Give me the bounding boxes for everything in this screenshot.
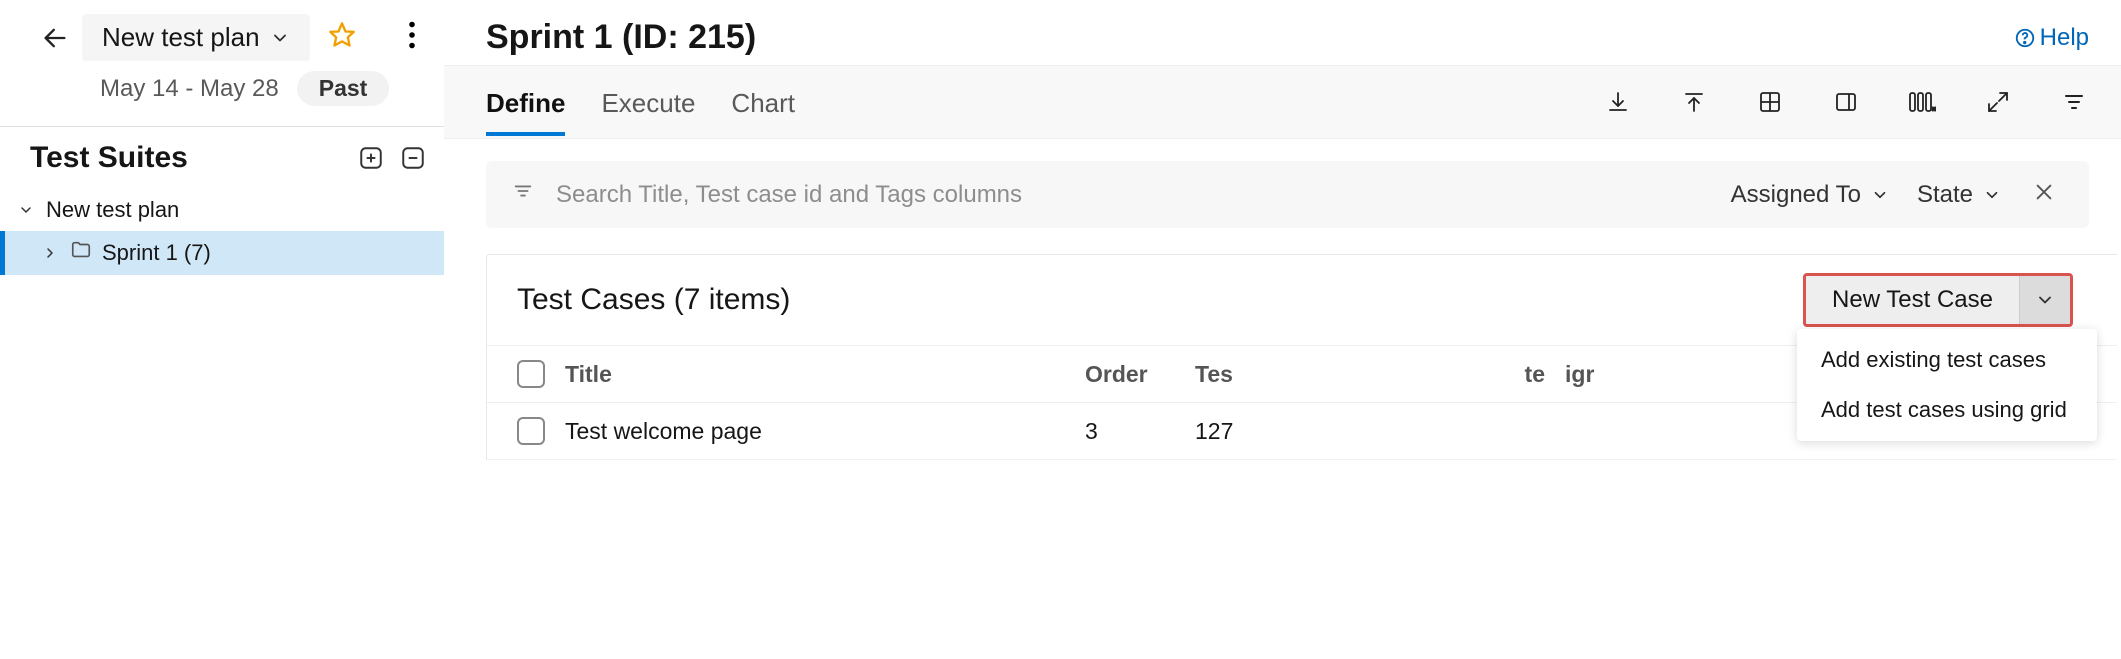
search-input[interactable] — [554, 180, 1707, 210]
chevron-down-icon — [2035, 290, 2055, 310]
dropdown-add-grid-label: Add test cases using grid — [1821, 397, 2067, 422]
more-menu-button[interactable] — [402, 15, 422, 60]
help-icon — [2014, 27, 2036, 49]
chevron-down-icon — [16, 202, 36, 218]
filter-state-label: State — [1917, 181, 1973, 209]
upload-icon — [1682, 90, 1706, 114]
help-link[interactable]: Help — [2014, 24, 2089, 52]
test-plan-name: New test plan — [102, 22, 260, 53]
page-title: Sprint 1 (ID: 215) — [486, 18, 2014, 57]
chevron-down-icon — [1871, 186, 1889, 204]
tree-root[interactable]: New test plan — [0, 189, 444, 231]
tab-chart-label: Chart — [731, 88, 795, 118]
plus-square-icon — [358, 145, 384, 171]
search-bar: Assigned To State — [486, 161, 2089, 228]
arrow-left-icon — [41, 24, 69, 52]
filter-icon — [2062, 90, 2086, 114]
tree-item-label: Sprint 1 (7) — [102, 240, 211, 266]
select-all-checkbox[interactable] — [517, 360, 545, 388]
tab-define[interactable]: Define — [486, 70, 565, 135]
plan-date-range: May 14 - May 28 — [100, 75, 279, 103]
tree-root-label: New test plan — [46, 197, 179, 223]
filter-assigned-to[interactable]: Assigned To — [1727, 177, 1893, 213]
new-test-case-group: New Test Case — [1803, 273, 2073, 327]
test-suites-heading: Test Suites — [30, 141, 350, 175]
tab-execute-label: Execute — [601, 88, 695, 118]
new-test-case-label: New Test Case — [1832, 286, 1993, 313]
chevron-down-icon — [1983, 186, 2001, 204]
add-suite-button[interactable] — [350, 137, 392, 179]
tab-execute[interactable]: Execute — [601, 70, 695, 135]
row-checkbox[interactable] — [517, 417, 545, 445]
column-header-order[interactable]: Order — [1085, 361, 1175, 388]
filter-button[interactable] — [2059, 87, 2089, 117]
import-button[interactable] — [1603, 87, 1633, 117]
main-panel: Sprint 1 (ID: 215) Help Define Execute C… — [444, 0, 2121, 659]
side-panel-icon — [1834, 90, 1858, 114]
column-header-partial-2[interactable]: igr — [1565, 361, 1595, 388]
past-badge: Past — [297, 71, 390, 106]
sidebar: New test plan May 14 - May 28 Past Test … — [0, 0, 444, 659]
cell-title: Test welcome page — [565, 418, 1065, 445]
dropdown-add-existing-label: Add existing test cases — [1821, 347, 2046, 372]
filter-assigned-label: Assigned To — [1731, 181, 1861, 209]
test-plan-selector[interactable]: New test plan — [82, 14, 310, 61]
back-button[interactable] — [38, 21, 72, 55]
export-button[interactable] — [1679, 87, 1709, 117]
expand-icon — [1986, 90, 2010, 114]
chevron-right-icon — [40, 245, 60, 261]
column-header-title[interactable]: Title — [565, 361, 1065, 388]
minus-square-icon — [400, 145, 426, 171]
cell-order: 3 — [1085, 418, 1175, 445]
cell-test: 127 — [1195, 418, 1255, 445]
tab-chart[interactable]: Chart — [731, 70, 795, 135]
folder-icon — [70, 239, 92, 267]
close-icon — [2033, 181, 2055, 203]
help-label: Help — [2040, 24, 2089, 52]
detail-pane-button[interactable] — [1831, 87, 1861, 117]
filter-list-icon — [512, 180, 534, 209]
column-header-test[interactable]: Tes — [1195, 361, 1255, 388]
download-icon — [1606, 90, 1630, 114]
star-icon — [328, 21, 356, 49]
tab-define-label: Define — [486, 88, 565, 118]
columns-icon — [1908, 90, 1936, 114]
collapse-all-button[interactable] — [392, 137, 434, 179]
new-test-case-button[interactable]: New Test Case — [1806, 276, 2020, 324]
chevron-down-icon — [270, 28, 290, 48]
clear-filter-button[interactable] — [2025, 175, 2063, 214]
new-test-case-dropdown: Add existing test cases Add test cases u… — [1797, 329, 2097, 441]
fullscreen-button[interactable] — [1983, 87, 2013, 117]
grid-view-button[interactable] — [1755, 87, 1785, 117]
tree-item-sprint-1[interactable]: Sprint 1 (7) — [0, 231, 444, 275]
column-header-partial-1[interactable]: te — [1275, 361, 1545, 388]
grid-icon — [1758, 90, 1782, 114]
new-test-case-split-button[interactable] — [2020, 276, 2070, 324]
column-options-button[interactable] — [1907, 87, 1937, 117]
dropdown-item-add-existing[interactable]: Add existing test cases — [1797, 335, 2097, 385]
dropdown-item-add-grid[interactable]: Add test cases using grid — [1797, 385, 2097, 435]
test-cases-heading: Test Cases (7 items) — [517, 283, 1803, 317]
filter-state[interactable]: State — [1913, 177, 2005, 213]
kebab-icon — [408, 21, 416, 49]
favorite-button[interactable] — [328, 21, 356, 54]
